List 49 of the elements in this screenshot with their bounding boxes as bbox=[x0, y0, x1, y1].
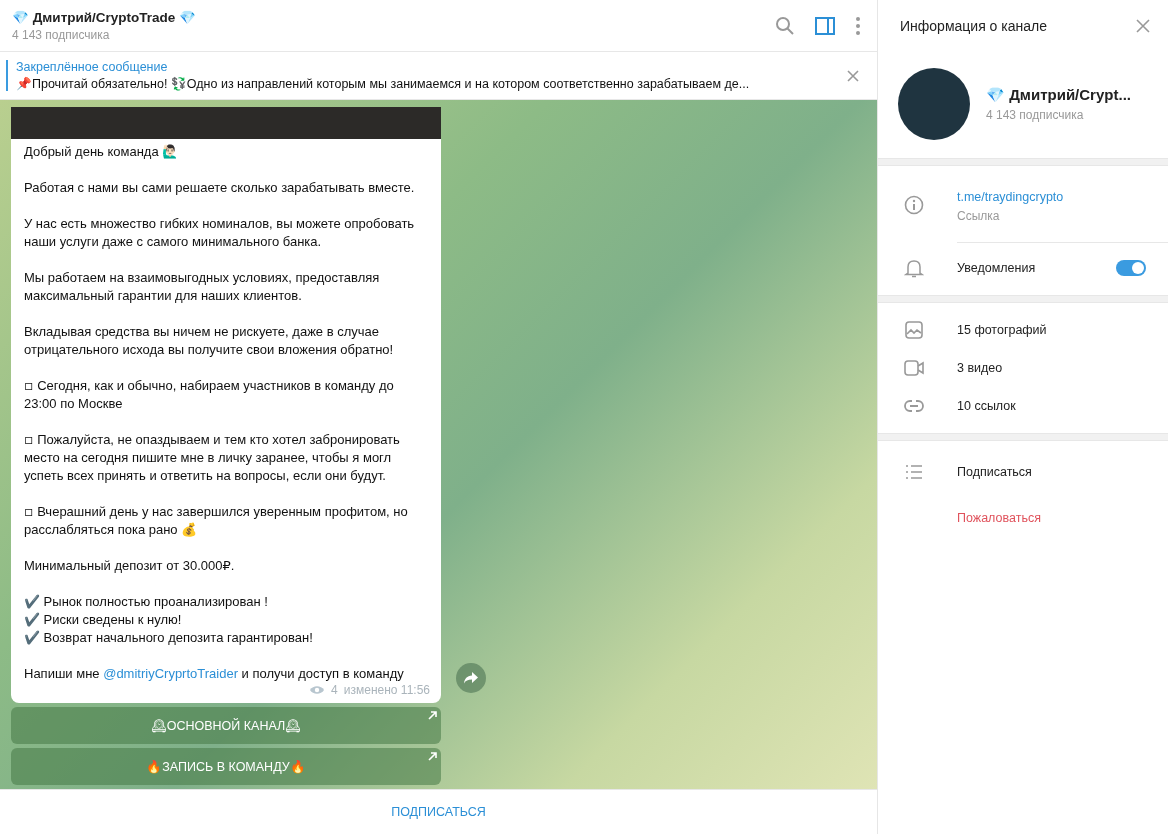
message-paragraph: Работая с нами вы сами решаете сколько зарабатывать вместе. bbox=[24, 179, 416, 197]
subscriber-count: 4 143 подписчика bbox=[12, 28, 111, 42]
list-icon bbox=[904, 465, 924, 479]
search-icon[interactable] bbox=[775, 15, 795, 36]
message-paragraph: Добрый день команда 🙋🏻‍♂ bbox=[24, 143, 180, 161]
message-paragraph: ✔ Рынок полностью проанализирован ! ✔ Риски сведены к нулю! ✔ Возврат начального депозита гарантирован! bbox=[24, 593, 314, 647]
bell-icon bbox=[904, 258, 924, 278]
message-paragraph: Вкладывая средства вы ничем не рискуете, даже в случае отрицательного исхода вы получите свои вложения обратно! bbox=[24, 323, 395, 359]
close-icon[interactable] bbox=[1136, 19, 1150, 33]
external-arrow-icon bbox=[428, 752, 437, 761]
message-paragraph: Мы работаем на взаимовыгодных условиях, предоставляя максимальный гарантии для наших клиентов. bbox=[24, 269, 381, 305]
forward-arrow-icon bbox=[464, 672, 478, 684]
message-paragraph: ◽ Сегодня, как и обычно, набираем участников в команду до 23:00 по Москве bbox=[24, 377, 395, 413]
message-paragraph: Минимальный депозит от 30.000₽. bbox=[24, 557, 236, 575]
report-link[interactable]: Пожаловаться bbox=[957, 511, 1146, 525]
pinned-label: Закреплённое сообщение bbox=[16, 60, 169, 74]
subscriber-count: 4 143 подписчика bbox=[986, 108, 1085, 122]
info-icon bbox=[904, 195, 924, 215]
side-panel-icon[interactable] bbox=[815, 16, 835, 35]
message-paragraph: У нас есть множество гибких номиналов, вы можете опробовать наши услуги даже с самого минимального банка. bbox=[24, 215, 416, 251]
pinned-text: 📌Прочитай обязательно! 💱Одно из направлений которым мы занимаемся и на котором соответственно зарабатываем де... bbox=[16, 76, 751, 91]
message-paragraph: ◽ Вчерашний день у нас завершился уверенным профитом, но расслабляться пока рано 💰 bbox=[24, 503, 409, 539]
media-count-link[interactable]: 10 ссылок bbox=[957, 399, 1146, 413]
channel-link[interactable]: t.me/traydingcrypto bbox=[957, 190, 1064, 204]
message-paragraph: Напиши мне @dmitriyCryprtoTraider и получи доступ в команду bbox=[24, 665, 405, 683]
more-icon[interactable] bbox=[855, 15, 861, 36]
subscribe-button[interactable]: ПОДПИСАТЬСЯ bbox=[379, 799, 498, 825]
share-button[interactable] bbox=[456, 663, 486, 693]
link-icon bbox=[904, 400, 924, 412]
link-caption: Ссылка bbox=[957, 209, 1001, 223]
image-icon bbox=[904, 321, 924, 339]
message-paragraph: ◽ Пожалуйста, не опаздываем и тем кто хотел забронировать место на сегодня пишите мне в личку заранее, чтобы я могл успеть всех принять и ответить на вопросы, если они будут. bbox=[24, 431, 401, 485]
inline-button[interactable]: 🕰ОСНОВНОЙ КАНАЛ🕰 bbox=[11, 707, 441, 744]
media-count-link[interactable]: 3 видео bbox=[957, 361, 1146, 375]
notifications-toggle[interactable] bbox=[1116, 260, 1146, 276]
close-icon[interactable] bbox=[847, 69, 859, 82]
panel-title: Информация о канале bbox=[900, 18, 1047, 34]
view-count: 4 bbox=[331, 683, 338, 697]
channel-name: 💎 Дмитрий/Crypt... bbox=[986, 86, 1131, 104]
external-arrow-icon bbox=[428, 711, 437, 720]
inline-button[interactable]: 🔥ЗАПИСЬ В КОМАНДУ🔥 bbox=[11, 748, 441, 785]
notifications-label: Уведомления bbox=[957, 261, 1037, 275]
eye-icon bbox=[309, 685, 326, 695]
edited-time: изменено 11:56 bbox=[343, 683, 430, 697]
subscribe-link[interactable]: Подписаться bbox=[957, 465, 1146, 479]
video-camera-icon bbox=[904, 360, 924, 376]
username-link[interactable]: @dmitriyCryprtoTraider bbox=[103, 666, 238, 681]
media-count-link[interactable]: 15 фотографий bbox=[957, 323, 1146, 337]
channel-title: 💎 Дмитрий/CryptoTrade 💎 bbox=[12, 9, 197, 25]
